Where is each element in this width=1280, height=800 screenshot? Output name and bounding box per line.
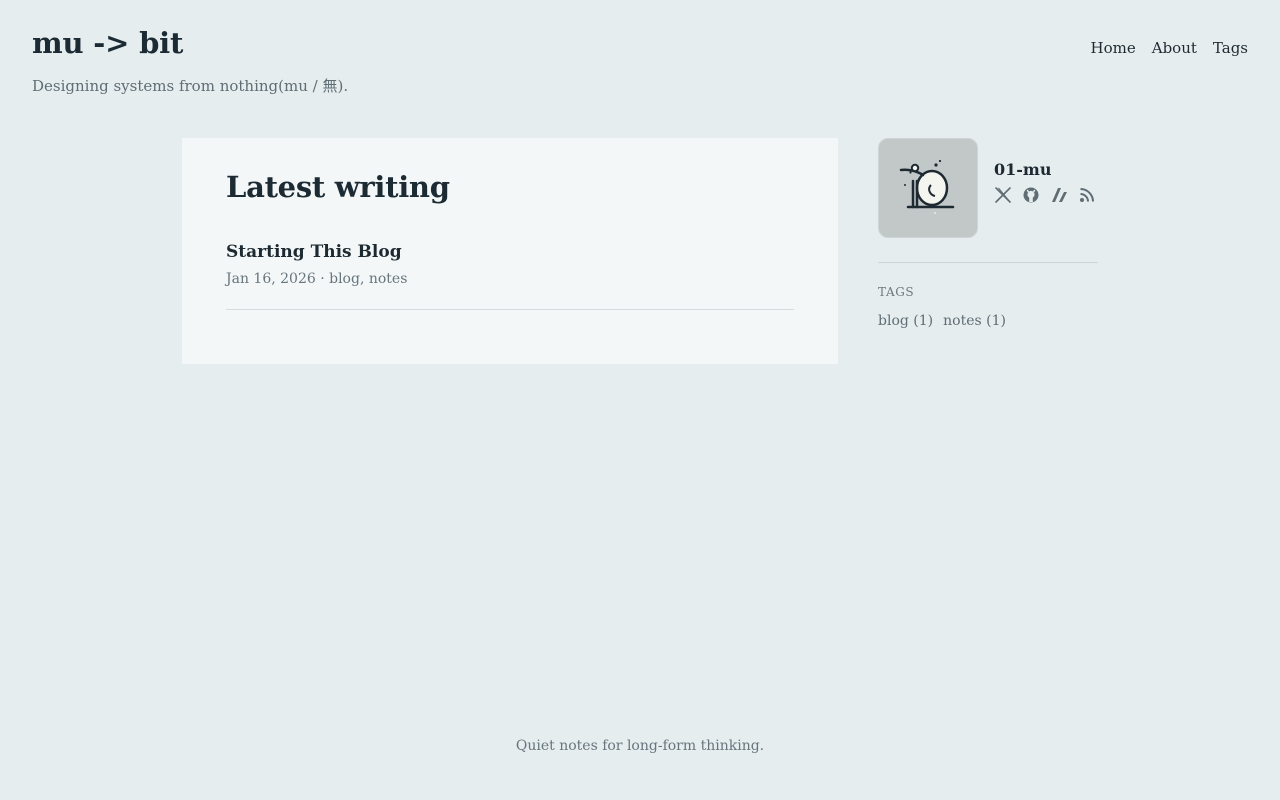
github-icon[interactable] xyxy=(1022,186,1040,204)
nav-about[interactable]: About xyxy=(1152,39,1197,57)
profile-name: 01-mu xyxy=(994,160,1052,179)
latest-writing-card: Latest writing Starting This Blog Jan 16… xyxy=(182,138,838,364)
tags-heading: TAGS xyxy=(878,285,915,299)
site-title[interactable]: mu -> bit xyxy=(32,26,183,60)
nav-home[interactable]: Home xyxy=(1091,39,1136,57)
tag-list: blog (1) notes (1) xyxy=(878,313,1098,329)
anteater-illustration xyxy=(899,159,955,214)
nav-tags[interactable]: Tags xyxy=(1213,39,1248,57)
x-icon[interactable] xyxy=(994,186,1012,204)
profile-card: 01-mu xyxy=(878,138,1098,263)
footer-tagline: Quiet notes for long-form thinking. xyxy=(515,738,765,754)
profile-info: 01-mu xyxy=(994,160,1096,204)
social-links xyxy=(994,186,1096,204)
site-subtitle: Designing systems from nothing(mu / 無). xyxy=(32,77,349,95)
tag-notes[interactable]: notes (1) xyxy=(943,313,1006,329)
avatar xyxy=(878,138,978,238)
rss-icon[interactable] xyxy=(1078,186,1096,204)
post-meta: Jan 16, 2026 · blog, notes xyxy=(226,271,408,287)
main-nav: Home About Tags xyxy=(1091,39,1248,57)
post-list-item: Starting This Blog Jan 16, 2026 · blog, … xyxy=(226,242,794,310)
post-title-link[interactable]: Starting This Blog xyxy=(226,242,794,262)
zenn-icon[interactable] xyxy=(1050,186,1068,204)
sidebar: 01-mu TAGS blog (1) notes (1) xyxy=(878,138,1098,329)
tag-blog[interactable]: blog (1) xyxy=(878,313,933,329)
section-title: Latest writing xyxy=(226,170,450,204)
